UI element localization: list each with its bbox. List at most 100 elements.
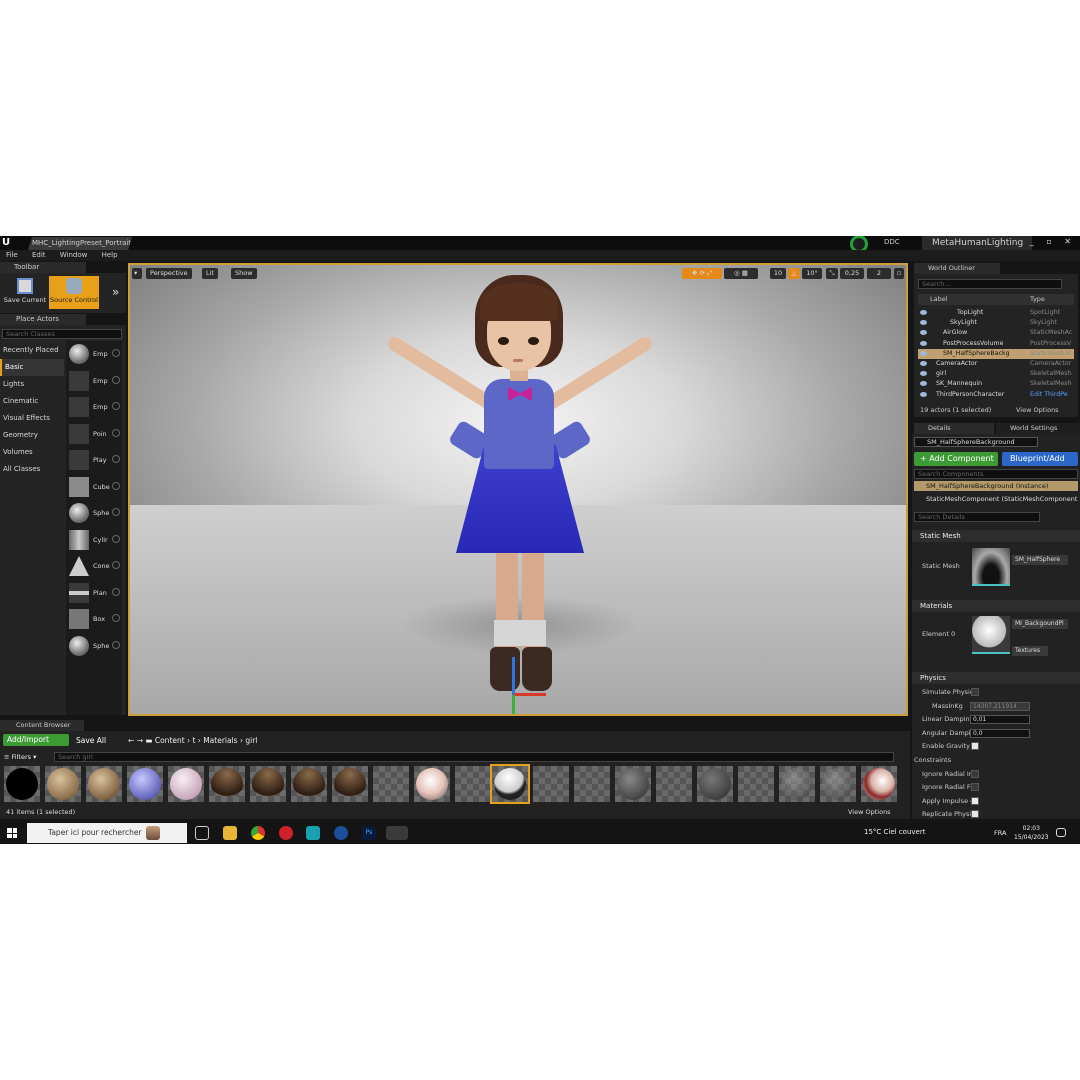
visibility-eye-icon[interactable]	[920, 350, 927, 356]
category-all-classes[interactable]: All Classes	[0, 461, 64, 478]
outliner-row[interactable]: TopLight SpotLight	[918, 308, 1074, 318]
menu-edit[interactable]: Edit	[32, 250, 46, 261]
visibility-eye-icon[interactable]	[920, 310, 927, 315]
chrome-icon[interactable]	[251, 826, 265, 840]
back-icon[interactable]: ←	[128, 736, 134, 745]
physics-number-field[interactable]: 0,0	[970, 728, 1030, 738]
component-instance-row[interactable]: SM_HalfSphereBackground (Instance)	[914, 481, 1078, 491]
show-button[interactable]: Show	[231, 268, 257, 279]
visibility-eye-icon[interactable]	[920, 320, 927, 326]
source-control-button[interactable]: Source Control	[49, 276, 99, 309]
level-viewport[interactable]: ▾ Perspective Lit Show ✥ ⟳ ⤢ ◎ ▦ 10 △ 10…	[128, 263, 908, 716]
help-icon[interactable]	[112, 455, 120, 463]
grid-snap-value[interactable]: 10	[770, 268, 786, 279]
section-materials[interactable]: Materials	[912, 600, 1080, 612]
tab-toolbar[interactable]: Toolbar	[0, 262, 86, 273]
material-picker[interactable]: MI_BackgoundPl	[1012, 619, 1068, 629]
content-view-options[interactable]: View Options	[848, 808, 891, 816]
list-item[interactable]: Cone	[66, 553, 122, 580]
asset-tile[interactable]	[250, 766, 286, 802]
asset-tile[interactable]	[414, 766, 450, 802]
outliner-view-options[interactable]: View Options	[1016, 406, 1059, 414]
asset-tile[interactable]	[86, 766, 122, 802]
perspective-button[interactable]: Perspective	[146, 268, 192, 279]
menu-help[interactable]: Help	[102, 250, 118, 261]
level-tab[interactable]: MHC_LightingPreset_Portrait	[28, 237, 132, 250]
asset-tile[interactable]	[656, 766, 692, 802]
breadcrumb-content[interactable]: Content	[155, 736, 185, 745]
category-lights[interactable]: Lights	[0, 376, 64, 393]
asset-tile[interactable]	[332, 766, 368, 802]
file-explorer-icon[interactable]	[223, 826, 237, 840]
notification-icon[interactable]	[1056, 828, 1066, 837]
outliner-row[interactable]: ThirdPersonCharacter Edit ThirdPe	[918, 390, 1074, 400]
asset-tile[interactable]	[45, 766, 81, 802]
maximize-viewport-icon[interactable]: ▫	[894, 268, 904, 279]
gizmo-z-axis-icon[interactable]	[512, 657, 515, 697]
forward-icon[interactable]: →	[137, 736, 143, 745]
girl-character[interactable]	[370, 275, 670, 714]
help-icon[interactable]	[112, 508, 120, 516]
add-component-button[interactable]: + Add Component	[914, 452, 998, 466]
visibility-eye-icon[interactable]	[920, 340, 927, 346]
menu-window[interactable]: Window	[60, 250, 88, 261]
help-icon[interactable]	[112, 375, 120, 384]
physics-checkbox[interactable]	[971, 796, 979, 805]
search-details-input[interactable]: Search Details	[914, 512, 1040, 522]
static-mesh-component-row[interactable]: StaticMeshComponent (StaticMeshComponent	[926, 495, 1077, 503]
search-components-input[interactable]: Search Components	[914, 469, 1078, 479]
help-icon[interactable]	[112, 587, 120, 596]
save-all-button[interactable]: Save All	[76, 736, 106, 745]
save-current-button[interactable]: Save Current	[0, 276, 50, 309]
outliner-row[interactable]: SK_Mannequin SkeletalMesh	[918, 379, 1074, 389]
visibility-eye-icon[interactable]	[920, 391, 927, 397]
category-cinematic[interactable]: Cinematic	[0, 393, 64, 410]
task-view-icon[interactable]	[195, 826, 209, 840]
menu-file[interactable]: File	[6, 250, 18, 261]
add-import-button[interactable]: Add/Import	[3, 734, 69, 746]
blueprint-button[interactable]: Blueprint/Add	[1002, 452, 1078, 466]
section-physics[interactable]: Physics	[912, 672, 1080, 684]
toolbar-more-icon[interactable]: »	[112, 285, 119, 299]
asset-tile[interactable]	[574, 766, 610, 802]
opera-icon[interactable]	[279, 826, 293, 840]
physics-checkbox[interactable]	[971, 688, 979, 696]
list-item[interactable]: Sphe	[66, 500, 122, 527]
breadcrumb-t[interactable]: t	[192, 736, 195, 745]
viewport-options-button[interactable]: ▾	[132, 268, 142, 279]
clock[interactable]: 02:03 15/04/2023	[1014, 824, 1049, 842]
column-type[interactable]: Type	[1030, 294, 1045, 305]
tab-content-browser[interactable]: Content Browser	[0, 720, 84, 731]
asset-tile[interactable]	[168, 766, 204, 802]
windows-start-icon[interactable]	[7, 828, 17, 838]
physics-checkbox[interactable]	[971, 769, 979, 778]
help-icon[interactable]	[112, 349, 120, 357]
category-volumes[interactable]: Volumes	[0, 444, 64, 461]
asset-tile[interactable]	[697, 766, 733, 802]
physics-number-field[interactable]: 14307,211914	[970, 701, 1030, 711]
outliner-row[interactable]: girl SkeletalMesh	[918, 369, 1074, 379]
scale-snap-value[interactable]: 0,25	[840, 268, 864, 279]
outliner-row[interactable]: PostProcessVolume PostProcessV	[918, 339, 1074, 349]
photoshop-icon[interactable]: Ps	[362, 826, 376, 840]
outliner-row[interactable]: AirGlow StaticMeshAc	[918, 328, 1074, 338]
world-local-toggle-icon[interactable]: ◎ ▦	[724, 268, 758, 279]
gizmo-x-axis-icon[interactable]	[514, 693, 546, 696]
help-icon[interactable]	[112, 428, 120, 437]
help-icon[interactable]	[112, 640, 120, 649]
breadcrumb-materials[interactable]: Materials	[203, 736, 237, 745]
list-item[interactable]: Sphe	[66, 633, 122, 660]
visibility-eye-icon[interactable]	[920, 330, 927, 336]
content-search-input[interactable]: Search girl	[54, 752, 894, 762]
outliner-search-input[interactable]: Search...	[918, 279, 1062, 289]
rotation-snap-value[interactable]: 10°	[802, 268, 822, 279]
outliner-row[interactable]: SM_HalfSphereBackg StaticMeshAc	[918, 348, 1074, 359]
material-thumbnail[interactable]	[972, 616, 1010, 654]
outliner-row[interactable]: CameraActor CameraActor	[918, 359, 1074, 369]
lit-button[interactable]: Lit	[202, 268, 218, 279]
section-static-mesh[interactable]: Static Mesh	[912, 530, 1080, 542]
language-indicator[interactable]: FRA	[994, 829, 1006, 837]
asset-tile[interactable]	[820, 766, 856, 802]
help-icon[interactable]	[112, 534, 120, 543]
physics-checkbox[interactable]	[971, 783, 979, 792]
